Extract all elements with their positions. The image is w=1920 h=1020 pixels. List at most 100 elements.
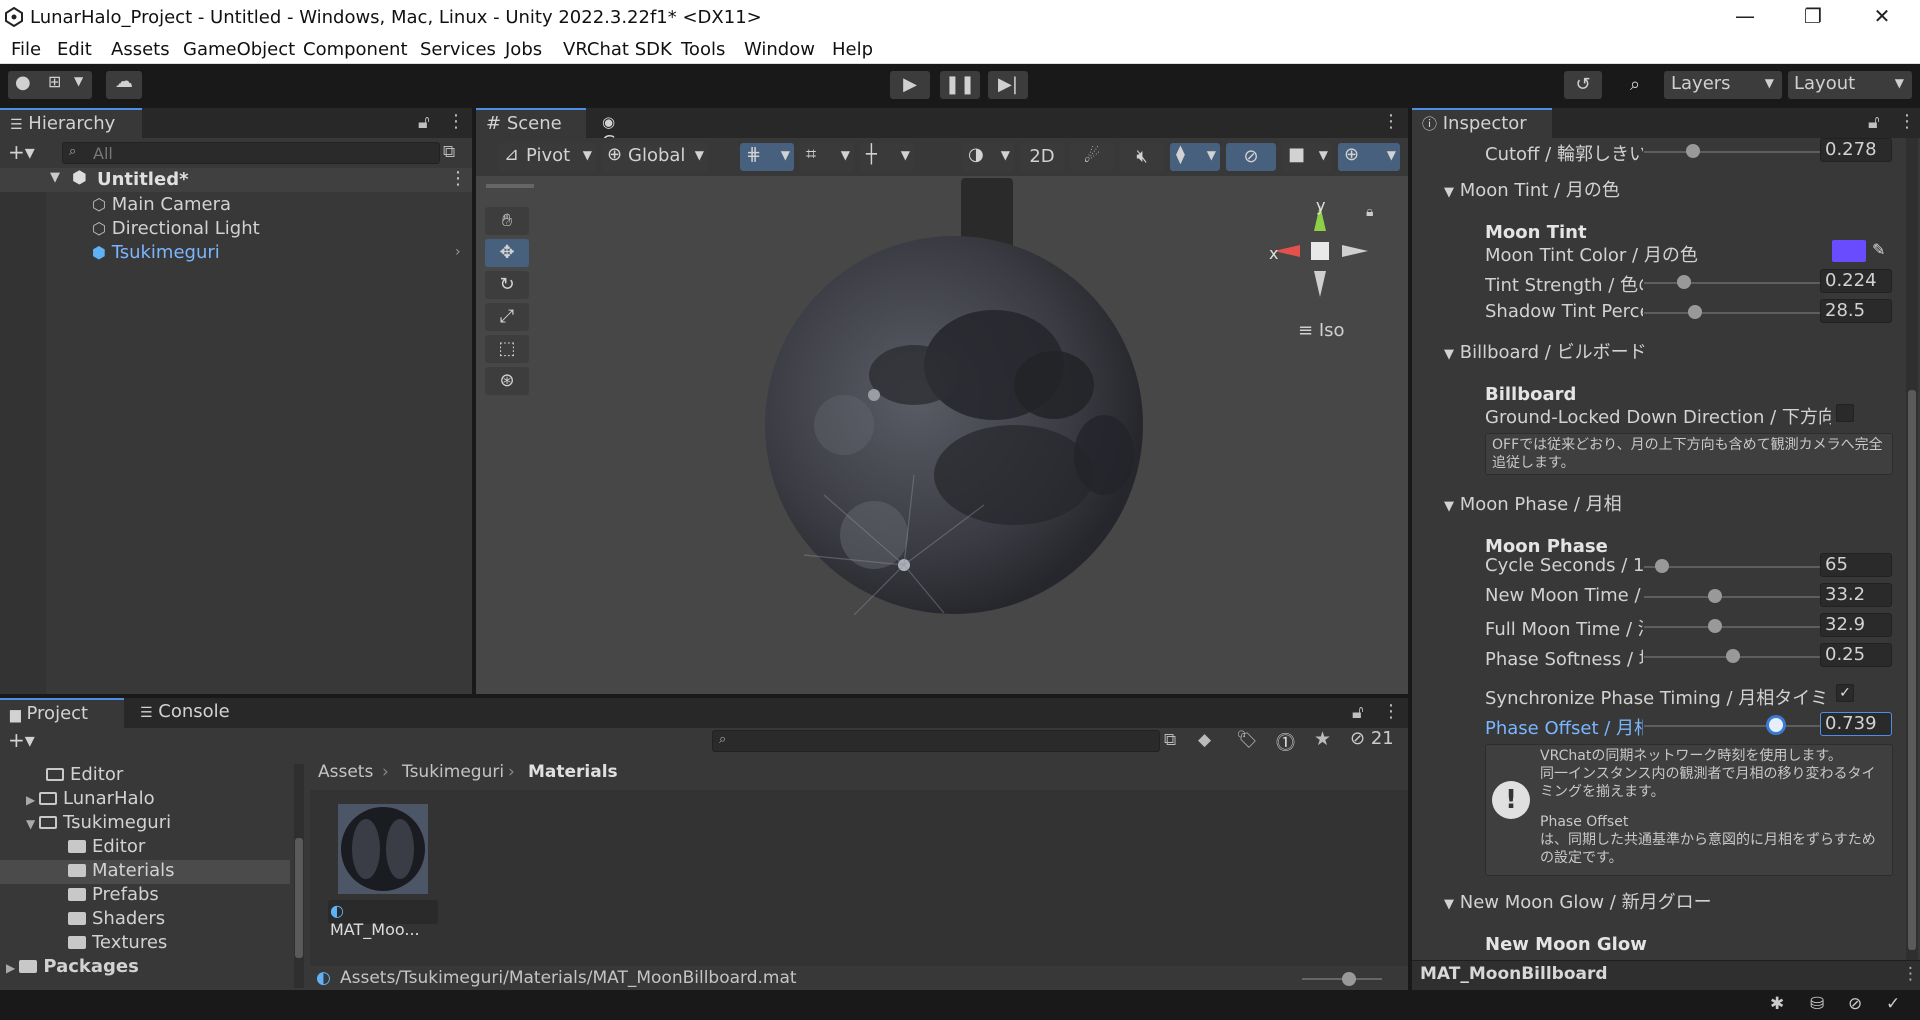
project-search-input[interactable]: ⌕ xyxy=(712,730,1160,752)
hierarchy-item-main-camera[interactable]: ⬡ Main Camera xyxy=(92,194,231,215)
rect-tool-button[interactable]: ⬚ xyxy=(485,335,529,363)
tree-item-editor[interactable]: Editor xyxy=(46,764,123,785)
moon-billboard-mesh[interactable] xyxy=(764,235,1144,615)
tab-console[interactable]: ☰ Console xyxy=(130,698,260,728)
tree-item-shaders[interactable]: Shaders xyxy=(68,908,165,929)
full-moon-slider-knob[interactable] xyxy=(1708,619,1723,633)
new-moon-glow-foldout[interactable]: ▼ New Moon Glow / 新月グロー xyxy=(1444,888,1712,914)
menu-gameobject[interactable]: GameObject xyxy=(183,39,295,60)
chevron-right-icon[interactable]: › xyxy=(455,244,461,260)
cloud-button[interactable]: ☁ xyxy=(106,71,142,99)
tree-item-materials[interactable]: Materials xyxy=(68,860,175,881)
tree-item-prefabs[interactable]: Prefabs xyxy=(68,884,159,905)
tree-scrollbar[interactable] xyxy=(294,764,304,988)
label-icon[interactable]: 🏷︎ xyxy=(1236,730,1258,750)
increment-snap-button[interactable]: ⌗ ▼ xyxy=(800,143,854,171)
new-moon-time-field[interactable]: 33.2 xyxy=(1820,583,1892,607)
tint-strength-slider-track[interactable] xyxy=(1644,282,1822,284)
offset-slider-track[interactable] xyxy=(1644,725,1822,727)
auto-generate-lighting-icon[interactable]: ⊘ xyxy=(1848,994,1862,1014)
ground-locked-checkbox[interactable] xyxy=(1836,404,1854,422)
history-button[interactable]: ↺ xyxy=(1564,71,1602,99)
layers-dropdown[interactable]: Layers ▼ xyxy=(1664,71,1782,99)
sync-phase-checkbox[interactable]: ✓ xyxy=(1836,684,1854,702)
tab-game[interactable]: ◉ Game xyxy=(592,108,684,153)
cycle-slider-knob[interactable] xyxy=(1654,559,1669,573)
lock-icon[interactable]: 🔓︎ xyxy=(1352,702,1364,723)
new-moon-slider-track[interactable] xyxy=(1644,596,1822,598)
tint-strength-field[interactable]: 0.224 xyxy=(1820,269,1892,293)
account-button[interactable]: ● ⊞ ▼ xyxy=(8,71,92,99)
tree-item-lunarhalo[interactable]: ▶ LunarHalo xyxy=(26,788,155,809)
scene-search-icon[interactable]: ⧉ xyxy=(443,142,455,162)
menu-services[interactable]: Services xyxy=(420,39,496,60)
camera-button[interactable]: ■ ▼ xyxy=(1282,143,1332,171)
tree-item-tsukimeguri[interactable]: ▼ Tsukimeguri xyxy=(26,812,171,833)
phase-softness-field[interactable]: 0.25 xyxy=(1820,643,1892,667)
tab-scene[interactable]: # Scene xyxy=(476,108,586,138)
minimize-icon[interactable]: — xyxy=(1715,4,1775,30)
eyedropper-icon[interactable]: ✎ xyxy=(1872,240,1885,259)
moon-phase-foldout[interactable]: ▼ Moon Phase / 月相 xyxy=(1444,490,1622,516)
zoom-slider-knob[interactable] xyxy=(1342,972,1356,986)
asset-label[interactable]: ◐ MAT_Moo... xyxy=(328,900,438,939)
menu-component[interactable]: Component xyxy=(303,39,408,60)
shading-mode-button[interactable]: ◑ ▼ xyxy=(962,143,1014,171)
tint-strength-slider-knob[interactable] xyxy=(1676,275,1691,289)
scene-row[interactable]: ▼ ⬢ Untitled* ⋮ xyxy=(0,168,472,192)
shadow-tint-slider-knob[interactable] xyxy=(1687,305,1702,319)
menu-help[interactable]: Help xyxy=(832,39,873,60)
effects-button[interactable]: ⧫ ▼ xyxy=(1170,143,1220,171)
lock-icon[interactable]: 🔓︎ xyxy=(418,112,430,133)
expand-icon[interactable]: ▼ xyxy=(50,170,60,185)
scrollbar-thumb[interactable] xyxy=(295,838,303,958)
menu-vrchat-sdk[interactable]: VRChat SDK xyxy=(563,39,672,60)
tab-project[interactable]: ▆ Project xyxy=(0,698,124,728)
play-button[interactable]: ▶ xyxy=(890,71,930,99)
menu-jobs[interactable]: Jobs xyxy=(505,39,542,60)
grid-snap-button[interactable]: ⋕ ▼ xyxy=(740,143,794,171)
moon-tint-foldout[interactable]: ▼ Moon Tint / 月の色 xyxy=(1444,176,1620,202)
shadow-tint-field[interactable]: 28.5 xyxy=(1820,299,1892,323)
add-button[interactable]: +▾ xyxy=(8,140,35,164)
offset-slider-knob[interactable] xyxy=(1768,718,1783,732)
kebab-menu-icon[interactable]: ⋮ xyxy=(447,111,465,132)
projection-toggle[interactable]: ≡ Iso xyxy=(1298,320,1345,341)
pause-button[interactable]: ❚❚ xyxy=(940,71,980,99)
progress-check-icon[interactable]: ✓ xyxy=(1886,994,1900,1014)
breadcrumb-tsukimeguri[interactable]: Tsukimeguri xyxy=(402,762,504,782)
cutoff-field[interactable]: 0.278 xyxy=(1820,138,1892,162)
warning-filter-icon[interactable]: ⓵ xyxy=(1276,728,1295,755)
favorite-star-icon[interactable]: ★ xyxy=(1314,728,1331,750)
step-button[interactable]: ▶| xyxy=(988,71,1028,99)
shadow-tint-slider-track[interactable] xyxy=(1644,312,1822,314)
menu-file[interactable]: File xyxy=(11,39,41,60)
move-tool-button[interactable]: ✥ xyxy=(485,239,529,267)
cutoff-slider-knob[interactable] xyxy=(1686,144,1701,158)
cycle-seconds-field[interactable]: 65 xyxy=(1820,553,1892,577)
menu-edit[interactable]: Edit xyxy=(57,39,92,60)
hidden-packages-toggle[interactable]: ⊘ 21 xyxy=(1350,728,1394,749)
gizmo-lock-icon[interactable]: 🔒︎ xyxy=(1366,204,1373,220)
lock-icon[interactable]: 🔓︎ xyxy=(1868,112,1880,133)
close-icon[interactable]: ✕ xyxy=(1852,4,1912,30)
visibility-button[interactable]: ⊘ xyxy=(1226,143,1276,171)
pivot-dropdown[interactable]: ⊿ Pivot ▼ xyxy=(498,143,596,171)
lighting-button[interactable]: ☄ xyxy=(1070,143,1114,171)
tab-hierarchy[interactable]: ☰ Hierarchy xyxy=(0,108,142,138)
kebab-menu-icon[interactable]: ⋮ xyxy=(449,168,467,189)
gizmos-button[interactable]: ⊕ ▼ xyxy=(1338,143,1400,171)
kebab-menu-icon[interactable]: ⋮ xyxy=(1382,111,1400,132)
softness-slider-knob[interactable] xyxy=(1726,649,1740,663)
search-by-type-icon[interactable]: ⧉ xyxy=(1164,730,1176,750)
scrollbar-thumb[interactable] xyxy=(1908,390,1916,950)
filter-type-icon[interactable]: ◆ xyxy=(1198,730,1211,750)
audio-button[interactable]: 🔇︎ xyxy=(1120,143,1164,171)
hierarchy-item-directional-light[interactable]: ⬡ Directional Light xyxy=(92,218,260,239)
cycle-slider-track[interactable] xyxy=(1644,566,1822,568)
billboard-foldout[interactable]: ▼ Billboard / ビルボード xyxy=(1444,338,1647,364)
tab-inspector[interactable]: ⓘ Inspector xyxy=(1412,108,1552,138)
kebab-menu-icon[interactable]: ⋮ xyxy=(1902,964,1919,984)
moon-tint-color-swatch[interactable] xyxy=(1832,240,1866,262)
menu-tools[interactable]: Tools xyxy=(681,39,725,60)
